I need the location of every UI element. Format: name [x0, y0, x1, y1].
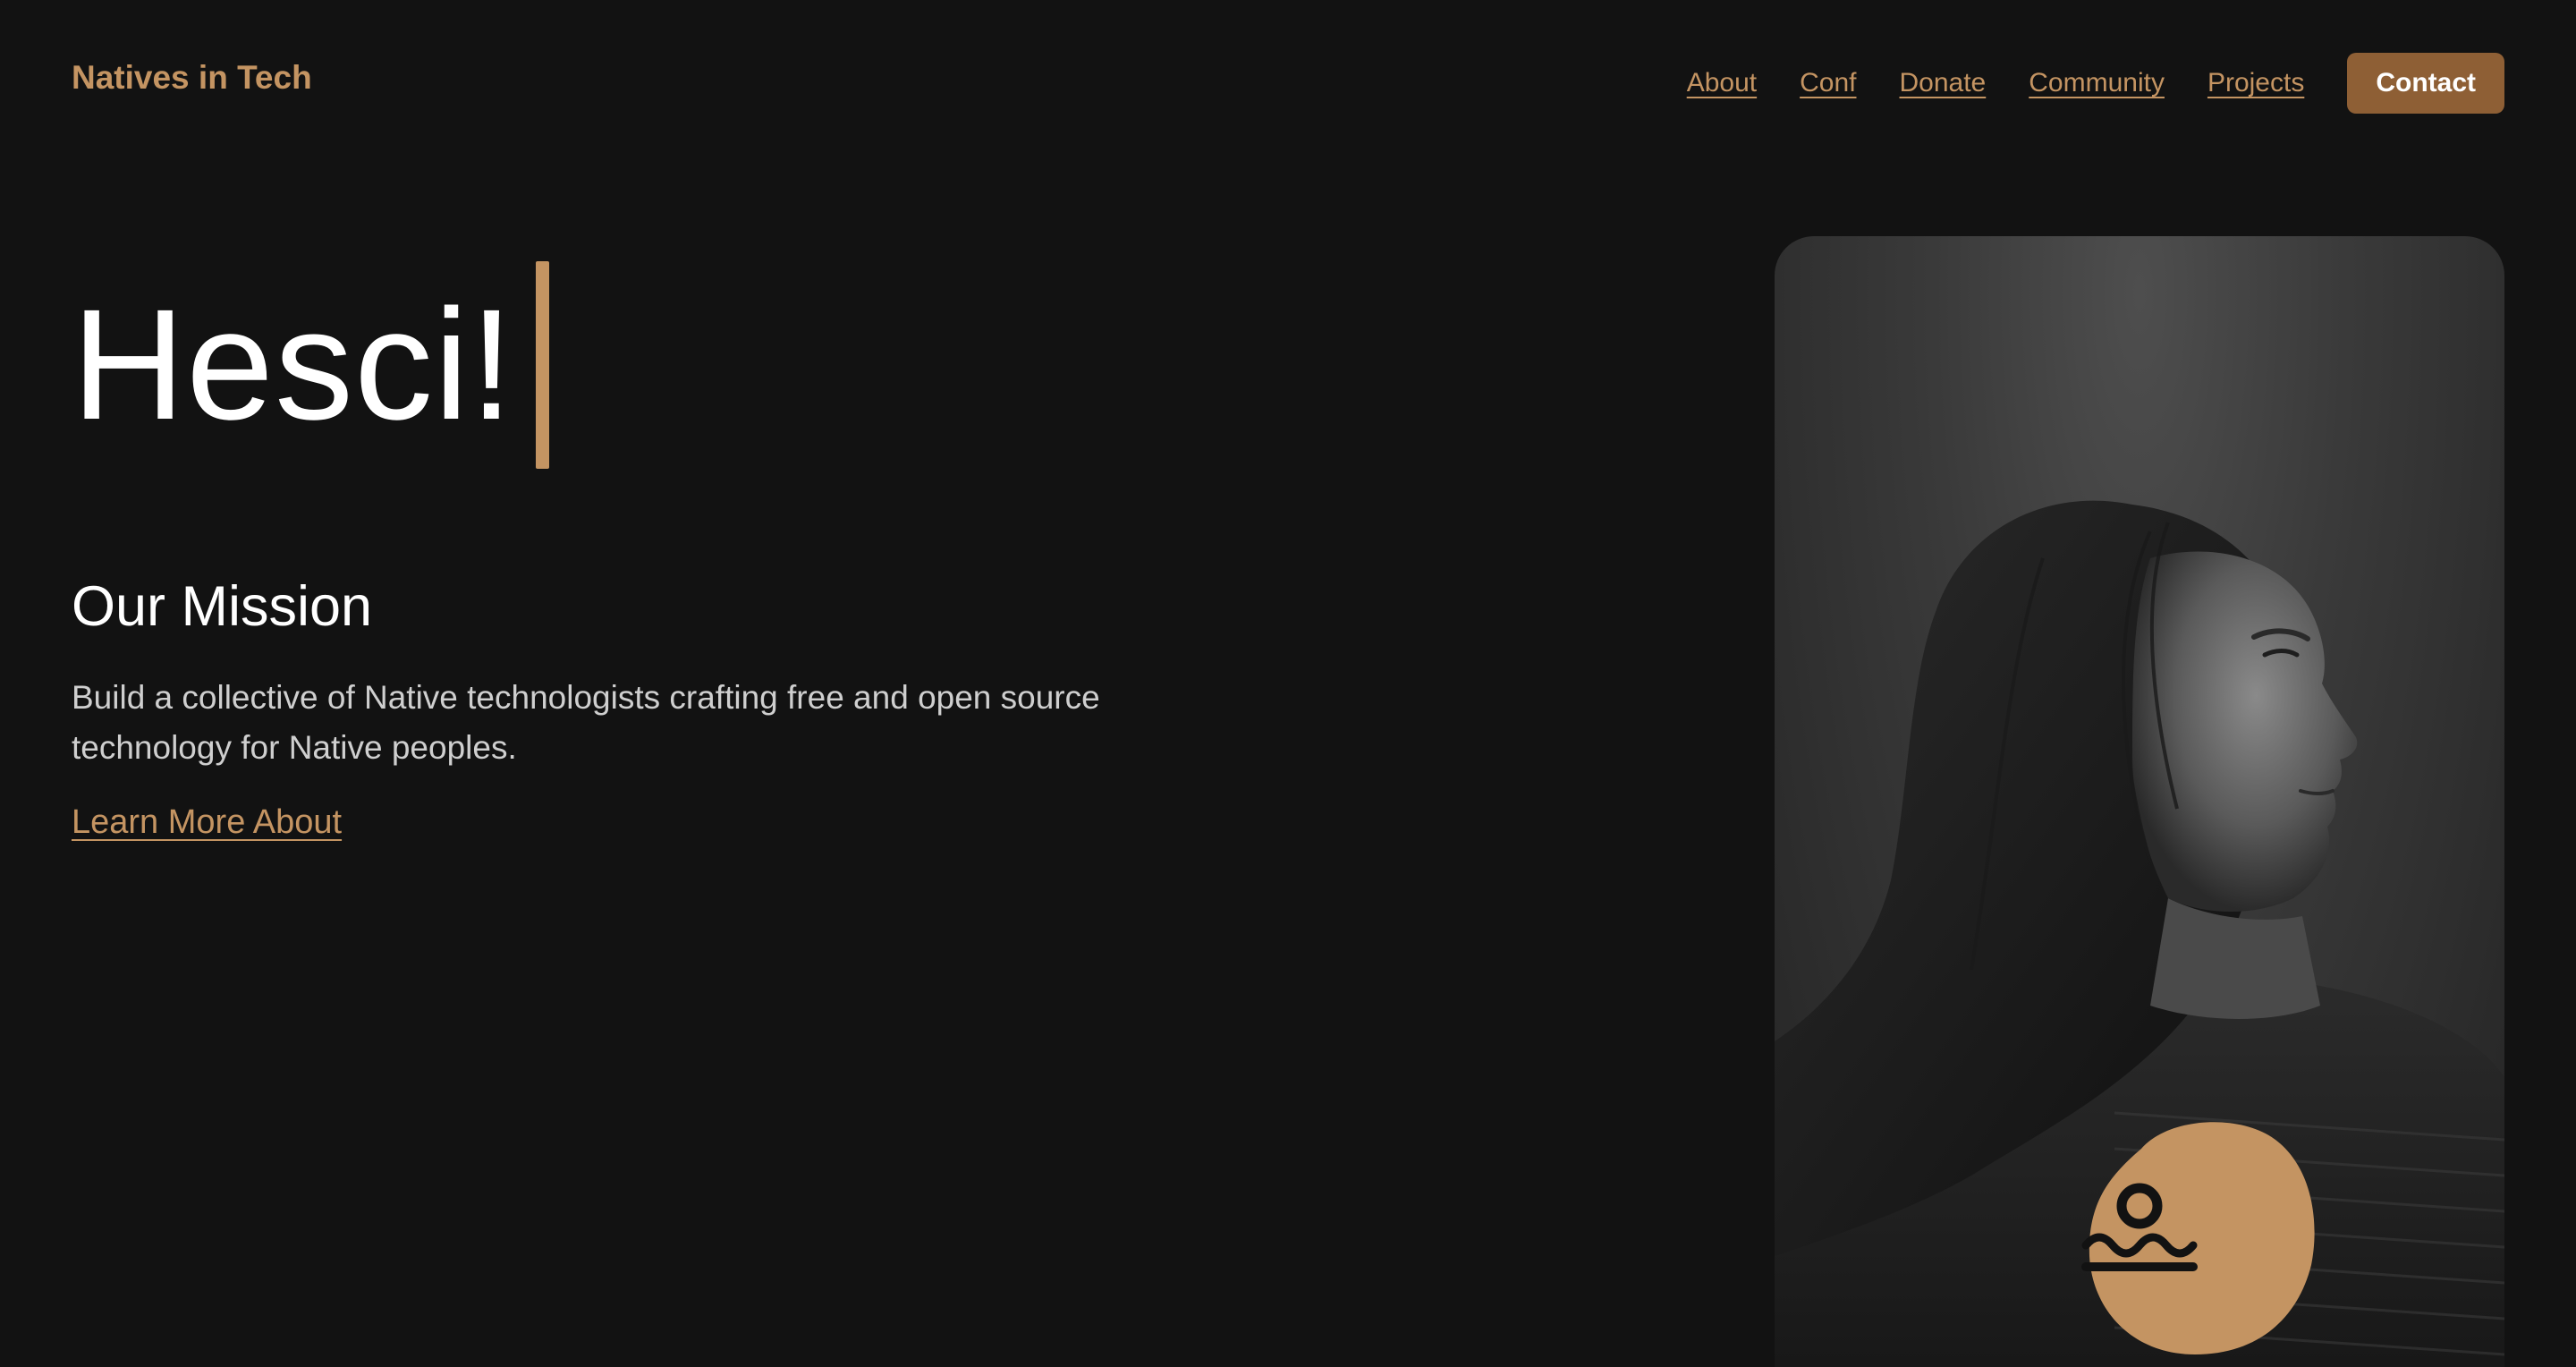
nav-link-projects[interactable]: Projects	[2207, 68, 2304, 98]
typing-cursor	[535, 261, 549, 469]
hero-photo	[1775, 236, 2504, 1367]
mission-heading: Our Mission	[72, 575, 373, 638]
learn-more-link[interactable]: Learn More About	[72, 803, 342, 842]
greeting-text: Hesci!	[72, 277, 514, 453]
nav-link-about[interactable]: About	[1687, 68, 1757, 98]
hero-greeting: Hesci!	[72, 261, 549, 469]
nav-link-donate[interactable]: Donate	[1900, 68, 1987, 98]
portrait-illustration	[1775, 500, 2504, 1367]
mission-description: Build a collective of Native technologis…	[72, 679, 1100, 766]
site-logo-text[interactable]: Natives in Tech	[72, 59, 312, 97]
main-nav: About Conf Donate Community Projects Con…	[1687, 53, 2504, 114]
nav-link-community[interactable]: Community	[2029, 68, 2165, 98]
contact-button[interactable]: Contact	[2347, 53, 2504, 114]
nav-link-conf[interactable]: Conf	[1800, 68, 1856, 98]
